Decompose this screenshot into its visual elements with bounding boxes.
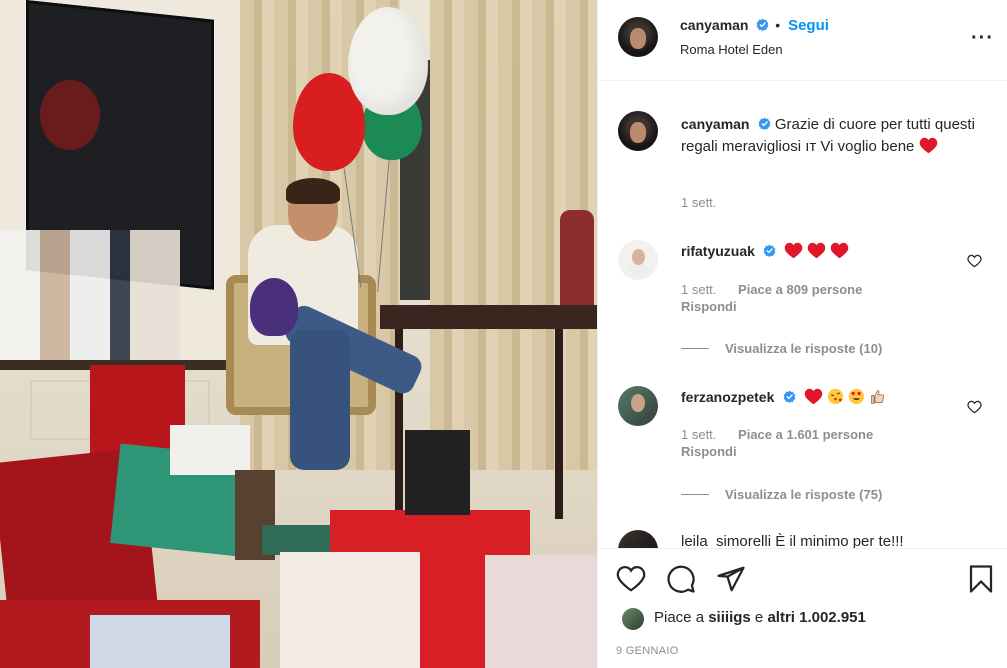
- comment-emojis: [784, 242, 853, 260]
- post-location[interactable]: Roma Hotel Eden: [680, 42, 783, 57]
- comments-list[interactable]: canyaman Grazie di cuore per tutti quest…: [598, 82, 1007, 548]
- photo-table: [380, 305, 597, 329]
- author-avatar[interactable]: [618, 17, 658, 57]
- author-line: canyaman • Segui: [680, 17, 829, 34]
- view-replies-button[interactable]: Visualizza le risposte (10): [681, 341, 882, 356]
- verified-badge-icon: [758, 117, 771, 130]
- commenter-avatar[interactable]: [618, 386, 658, 426]
- kiss-face-icon: [827, 388, 843, 405]
- likes-summary[interactable]: Piace a siiiigs e altri 1.002.951: [654, 609, 866, 626]
- comment-row: rifatyuzuak: [681, 242, 853, 260]
- white-balloon: [348, 7, 428, 115]
- partial-comment: leila_simorelli È il minimo per te!!!: [681, 533, 904, 548]
- red-heart-icon: [784, 242, 803, 259]
- gift-box: [262, 525, 332, 555]
- post-date[interactable]: 9 GENNAIO: [616, 645, 679, 657]
- red-heart-icon: [830, 242, 849, 259]
- author-username[interactable]: canyaman: [680, 17, 748, 33]
- purple-cap: [250, 278, 298, 336]
- comment-time[interactable]: 1 sett.: [681, 427, 716, 442]
- bookmark-icon[interactable]: [966, 564, 996, 594]
- comment-likes[interactable]: Piace a 1.601 persone: [738, 427, 873, 442]
- table-leg: [555, 329, 563, 519]
- comment-username[interactable]: ferzanozpetek: [681, 389, 774, 405]
- heart-outline-icon[interactable]: [616, 564, 646, 594]
- person-hair: [286, 178, 340, 204]
- commenter-avatar[interactable]: [618, 530, 658, 548]
- comment-like-icon[interactable]: [967, 254, 982, 268]
- comment-like-icon[interactable]: [967, 400, 982, 414]
- black-bag: [405, 430, 470, 515]
- verified-badge-icon: [783, 390, 795, 403]
- red-heart-icon: [807, 242, 826, 259]
- comment-row: ferzanozpetek: [681, 388, 886, 406]
- verified-badge-icon: [763, 244, 776, 257]
- red-heart-icon: [919, 137, 937, 154]
- photo-bottle: [560, 210, 594, 310]
- replies-divider: [681, 494, 709, 495]
- follow-button[interactable]: Segui: [788, 17, 829, 34]
- verified-badge-icon: [757, 18, 769, 31]
- ellipsis-icon[interactable]: ···: [971, 27, 994, 50]
- likes-user[interactable]: siiiigs: [708, 609, 751, 626]
- caption-username[interactable]: canyaman: [681, 116, 749, 132]
- view-replies-button[interactable]: Visualizza le risposte (75): [681, 487, 882, 502]
- shelf-gifts: [0, 230, 180, 360]
- tv-reflection: [40, 80, 100, 150]
- comment-icon[interactable]: [666, 564, 696, 594]
- red-heart-icon: [804, 388, 822, 405]
- gift-box: [90, 615, 230, 668]
- likes-prefix: Piace a: [654, 609, 705, 626]
- gift-bag: [485, 555, 597, 668]
- caption-time[interactable]: 1 sett.: [681, 195, 716, 210]
- comment-meta: 1 sett. Piace a 809 persone: [681, 282, 862, 297]
- liker-avatar[interactable]: [622, 608, 644, 630]
- comment-emojis: [804, 388, 886, 406]
- header-separator: •: [775, 17, 781, 33]
- comment-time[interactable]: 1 sett.: [681, 282, 716, 297]
- caption: canyaman Grazie di cuore per tutti quest…: [681, 113, 991, 158]
- post-side-panel: canyaman • Segui Roma Hotel Eden ··· can…: [597, 0, 1007, 668]
- thumbs-up-icon: [870, 390, 884, 404]
- reply-button[interactable]: Rispondi: [681, 444, 737, 459]
- likes-conj: e: [754, 609, 764, 626]
- likes-rest[interactable]: altri 1.002.951: [767, 609, 865, 626]
- paper-plane-icon[interactable]: [716, 564, 746, 594]
- commenter-avatar[interactable]: [618, 240, 658, 280]
- comment-meta: 1 sett. Piace a 1.601 persone: [681, 427, 873, 442]
- comment-username[interactable]: rifatyuzuak: [681, 243, 755, 259]
- caption-avatar[interactable]: [618, 111, 658, 151]
- post-photo[interactable]: [0, 0, 597, 668]
- comment-likes[interactable]: Piace a 809 persone: [738, 282, 862, 297]
- post-header: canyaman • Segui Roma Hotel Eden ···: [598, 0, 1007, 81]
- person-jeans: [290, 330, 350, 470]
- reply-button[interactable]: Rispondi: [681, 299, 737, 314]
- view-replies-label: Visualizza le risposte (75): [725, 487, 883, 502]
- view-replies-label: Visualizza le risposte (10): [725, 341, 883, 356]
- replies-divider: [681, 348, 709, 349]
- gift-box: [170, 425, 250, 475]
- gift-box: [280, 552, 420, 668]
- heart-eyes-face-icon: [848, 388, 864, 405]
